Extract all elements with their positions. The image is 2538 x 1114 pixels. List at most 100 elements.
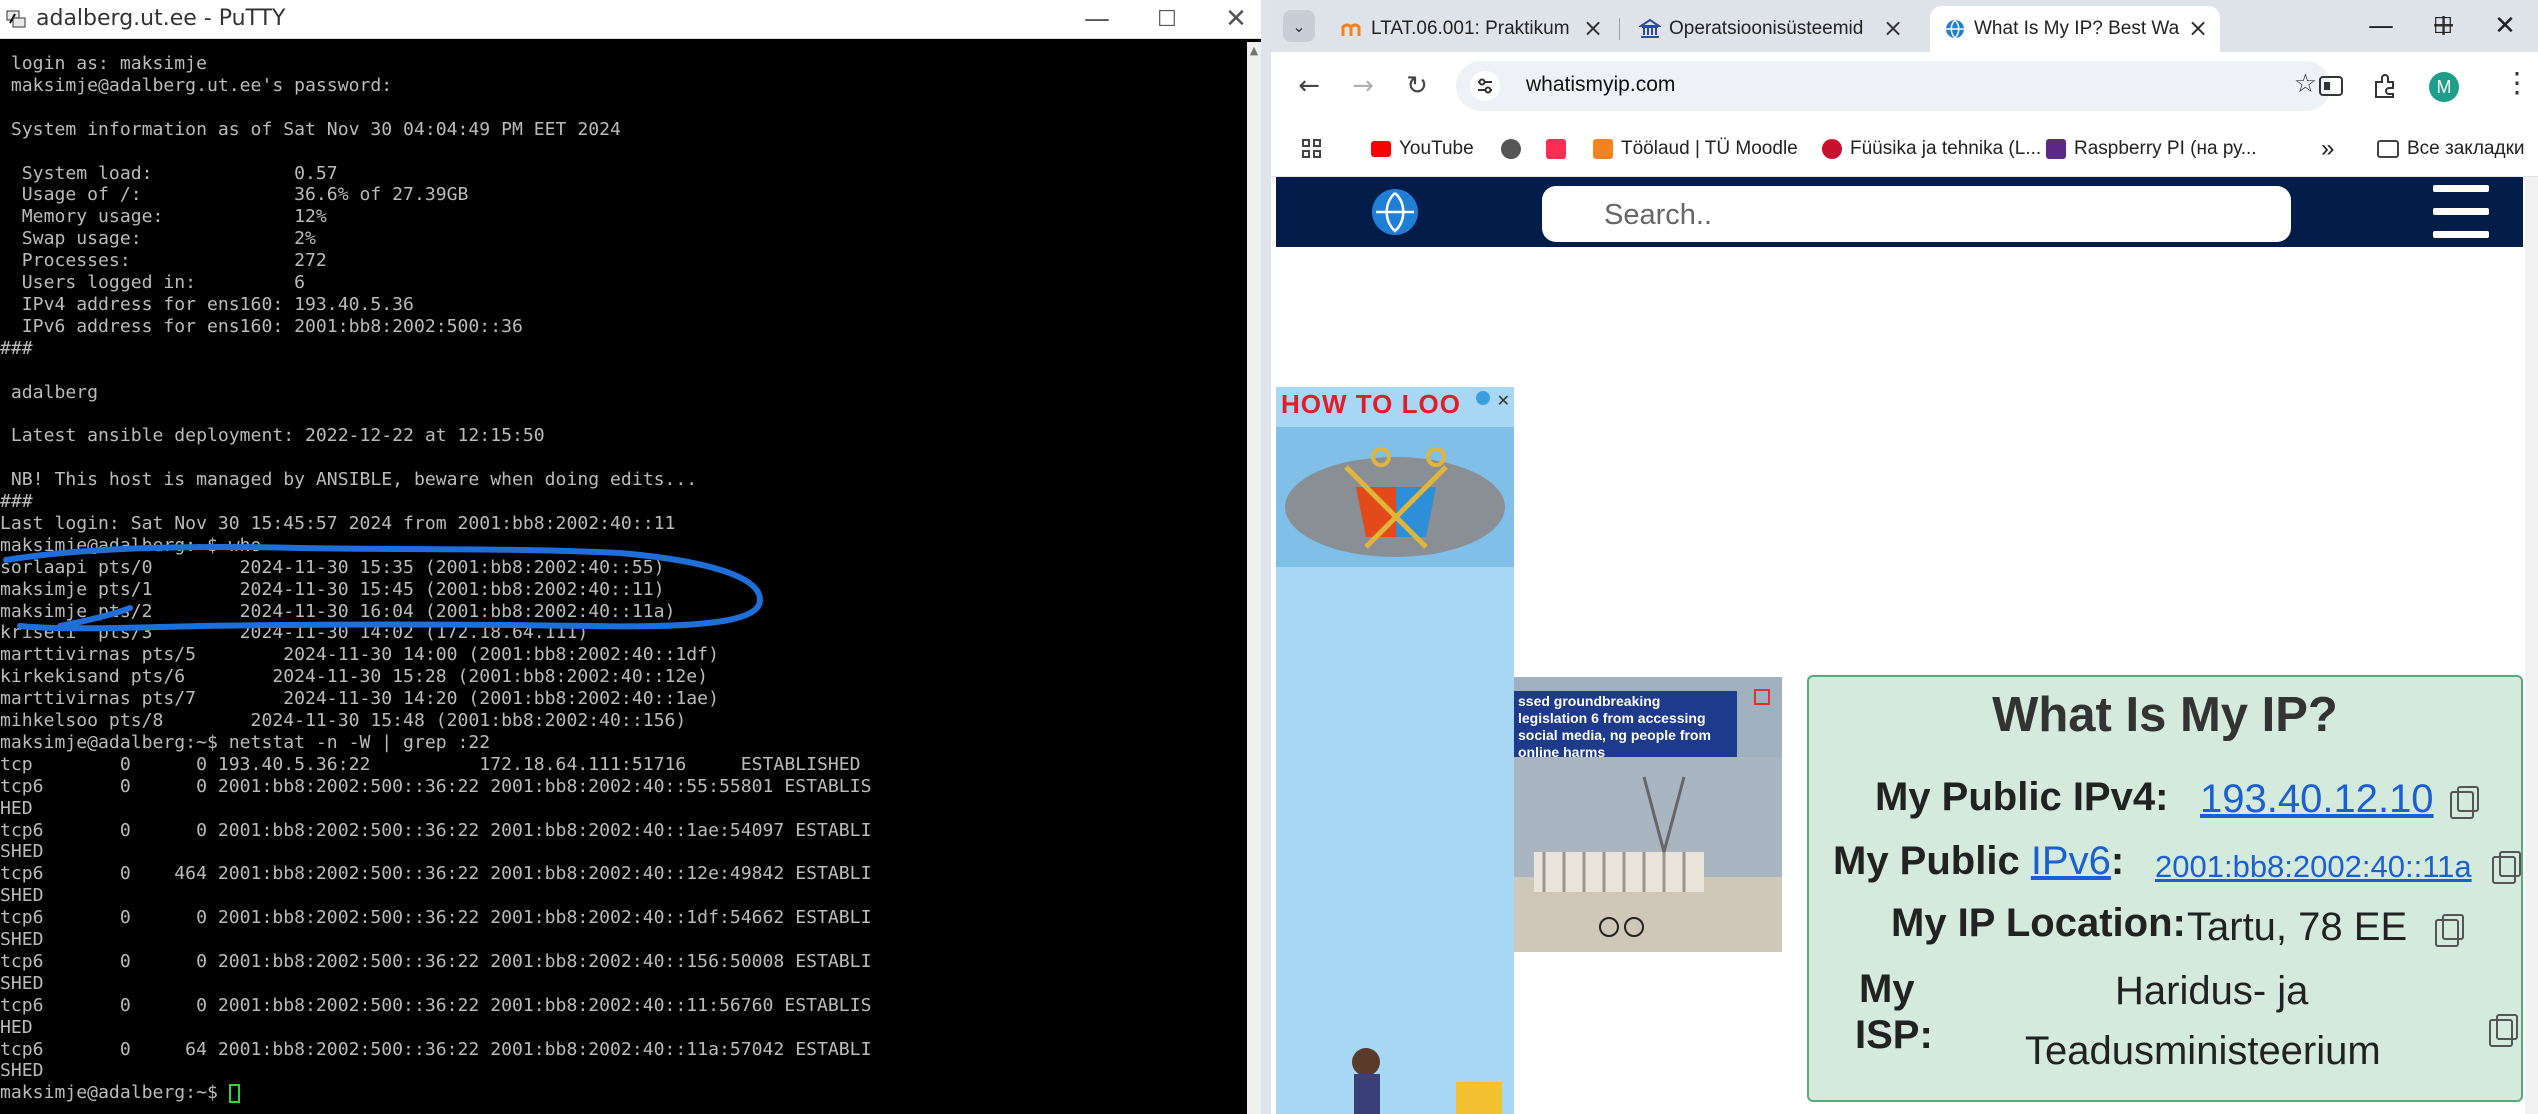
- terminal-line: HED: [0, 797, 33, 819]
- chrome-maximize-button[interactable]: ☐: [2413, 4, 2473, 48]
- terminal-line: maksimje@adalberg.ut.ee's password:: [0, 74, 393, 96]
- extensions-icon[interactable]: [2371, 72, 2399, 100]
- site-search-box[interactable]: [1542, 186, 2291, 242]
- web-page: HOW TO LOO ✕ ssed groundbreaking legisla…: [1276, 177, 2538, 1114]
- terminal-line: mihkelsoo pts/8 2024-11-30 15:48 (2001:b…: [0, 710, 687, 731]
- bookmarks-bar: YouTube Töölaud | TÜ Moodle Füüsika ja t…: [1271, 124, 2538, 177]
- page-scrollbar[interactable]: [2525, 177, 2538, 1114]
- ipv6-value-link[interactable]: 2001:bb8:2002:40::11a: [2155, 849, 2472, 885]
- isp-label-line2: ISP:: [1855, 1013, 1933, 1057]
- address-bar[interactable]: whatismyip.com ☆: [1456, 61, 2331, 111]
- ad-header: HOW TO LOO: [1281, 389, 1461, 419]
- ad-illustration: [1276, 427, 1514, 567]
- window-divider: [1261, 0, 1271, 1114]
- putty-app-icon: [6, 10, 26, 28]
- bookmark-star-icon[interactable]: ☆: [2294, 69, 2317, 99]
- terminal-line: NB! This host is managed by ANSIBLE, bew…: [0, 469, 698, 491]
- terminal-line: ###: [0, 491, 33, 512]
- bookmarks-overflow-chevron[interactable]: »: [2321, 134, 2334, 164]
- ipv4-value-link[interactable]: 193.40.12.10: [2200, 777, 2434, 822]
- bookmark-globe[interactable]: [1501, 134, 1529, 164]
- chrome-close-button[interactable]: ✕: [2475, 4, 2535, 48]
- putty-scrollbar[interactable]: ▲: [1247, 42, 1261, 1114]
- tab-close-icon[interactable]: ×: [2188, 14, 2208, 42]
- raspberry-icon: [2046, 139, 2066, 159]
- apps-grid-icon[interactable]: [1301, 138, 1323, 160]
- tab-ltat-praktikum[interactable]: LTAT.06.001: Praktikum ×: [1327, 6, 1617, 52]
- bookmark-youtube[interactable]: YouTube: [1371, 134, 1474, 164]
- putty-minimize-button[interactable]: —: [1062, 0, 1132, 38]
- copy-location-icon[interactable]: [2435, 914, 2464, 947]
- copy-ipv6-icon[interactable]: [2492, 851, 2521, 884]
- putty-maximize-button[interactable]: ☐: [1132, 0, 1202, 38]
- putty-title-bar[interactable]: adalberg.ut.ee - PuTTY — ☐ ✕: [0, 0, 1261, 39]
- youtube-icon: [1371, 141, 1391, 157]
- tab-title: What Is My IP? Best Wa: [1974, 18, 2180, 39]
- ad-info-icon[interactable]: [1476, 391, 1490, 405]
- site-header: [1276, 177, 2523, 247]
- copy-ipv4-icon[interactable]: [2450, 786, 2479, 819]
- site-info-icon[interactable]: [1470, 71, 1500, 101]
- game-advertisement[interactable]: HOW TO LOO ✕: [1276, 387, 1514, 1114]
- terminal-line: tcp6 0 0 2001:bb8:2002:500::36:22 2001:b…: [0, 994, 872, 1016]
- tab-close-icon[interactable]: ×: [1583, 14, 1603, 42]
- hamburger-menu-icon[interactable]: [2433, 185, 2489, 239]
- profile-avatar[interactable]: M: [2429, 72, 2459, 102]
- more-menu-icon[interactable]: ⋮: [2503, 66, 2531, 99]
- terminal-line: Swap usage: 2%: [0, 228, 316, 250]
- terminal-line: Usage of /: 36.6% of 27.39GB: [0, 184, 469, 206]
- terminal-line: SHED: [0, 841, 44, 863]
- location-value: Tartu, 78 EE: [2187, 905, 2408, 949]
- chrome-window: ⌄ LTAT.06.001: Praktikum × Operatsioonis…: [1271, 0, 2538, 1114]
- ad-choices-icon[interactable]: [1754, 689, 1770, 705]
- chrome-minimize-button[interactable]: —: [2351, 4, 2411, 48]
- tab-search-chevron-icon[interactable]: ⌄: [1283, 10, 1315, 42]
- bookmark-fuusika[interactable]: Füüsika ja tehnika (L...: [1822, 134, 2041, 164]
- tab-whatismyip[interactable]: What Is My IP? Best Wa ×: [1930, 6, 2220, 52]
- terminal-line: IPv4 address for ens160: 193.40.5.36: [0, 293, 414, 315]
- reload-icon[interactable]: ↻: [1397, 66, 1437, 106]
- ipv6-label: My Public IPv6:: [1833, 839, 2125, 883]
- news-headline: ssed groundbreaking legislation 6 from a…: [1514, 691, 1737, 763]
- terminal-line: SHED: [0, 929, 44, 950]
- forward-arrow-icon[interactable]: →: [1343, 66, 1383, 106]
- scroll-up-arrow-icon[interactable]: ▲: [1247, 44, 1261, 57]
- reader-mode-icon[interactable]: [2318, 74, 2344, 98]
- terminal-line: System information as of Sat Nov 30 04:0…: [0, 118, 621, 140]
- url-text: whatismyip.com: [1526, 73, 1676, 96]
- back-arrow-icon[interactable]: ←: [1289, 66, 1329, 106]
- terminal-output[interactable]: login as: maksimje maksimje@adalberg.ut.…: [0, 42, 1245, 1114]
- terminal-line: Users logged in: 6: [0, 272, 306, 293]
- all-bookmarks-folder[interactable]: Все закладки: [2377, 134, 2525, 164]
- news-advertisement[interactable]: ssed groundbreaking legislation 6 from a…: [1514, 677, 1782, 952]
- ipv6-help-link[interactable]: IPv6: [2031, 839, 2111, 883]
- parliament-photo: [1514, 757, 1782, 952]
- university-favicon-icon: [1639, 18, 1661, 38]
- bookmark-raspberry[interactable]: Raspberry PI (на ру...: [2046, 134, 2257, 164]
- fuusika-icon: [1822, 139, 1842, 159]
- bookmark-moodle[interactable]: Töölaud | TÜ Moodle: [1593, 134, 1798, 164]
- copy-isp-icon[interactable]: [2489, 1014, 2518, 1047]
- site-search-input[interactable]: [1602, 196, 2266, 234]
- terminal-line: ###: [0, 337, 33, 359]
- terminal-line: Memory usage: 12%: [0, 206, 327, 228]
- bookmark-video[interactable]: [1546, 134, 1574, 164]
- tab-title: LTAT.06.001: Praktikum: [1371, 18, 1570, 39]
- tab-close-icon[interactable]: ×: [1883, 14, 1903, 42]
- folder-icon: [2377, 140, 2399, 158]
- browser-toolbar: ← → ↻ whatismyip.com ☆ M ⋮: [1271, 52, 2538, 124]
- terminal-line: maksimje@adalberg:~$ netstat -n -W | gre…: [0, 731, 491, 753]
- terminal-line: tcp6 0 464 2001:bb8:2002:500::36:22 2001…: [0, 863, 872, 885]
- ip-info-card: What Is My IP? My Public IPv4: 193.40.12…: [1807, 675, 2523, 1102]
- terminal-line: SHED: [0, 972, 44, 994]
- terminal-line: System load: 0.57: [0, 162, 338, 184]
- ad-close-icon[interactable]: ✕: [1497, 391, 1510, 410]
- moodle-icon: [1593, 139, 1613, 159]
- site-logo-icon[interactable]: [1372, 189, 1418, 235]
- terminal-line: tcp 0 0 193.40.5.36:22 172.18.64.111:517…: [0, 753, 861, 775]
- terminal-cursor: [228, 1084, 240, 1104]
- terminal-line: maksimje@adalberg:~$: [0, 1082, 229, 1104]
- ipv4-label: My Public IPv4:: [1875, 775, 2169, 819]
- card-title: What Is My IP?: [1992, 688, 2338, 742]
- terminal-line: kirkekisand pts/6 2024-11-30 15:28 (2001…: [0, 666, 709, 688]
